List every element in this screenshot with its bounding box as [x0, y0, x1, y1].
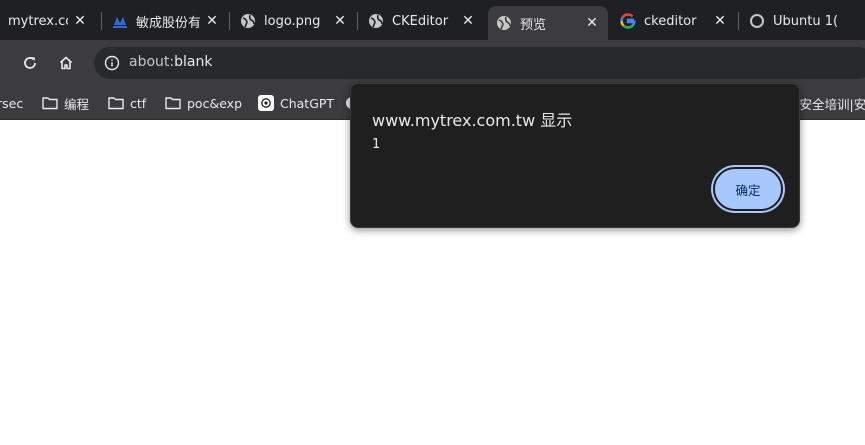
home-button[interactable] [54, 51, 78, 75]
folder-icon [165, 97, 181, 110]
info-icon [104, 55, 120, 71]
browser-toolbar: about:blank [0, 40, 865, 86]
globe-icon [240, 13, 256, 29]
tab-separator [101, 12, 102, 30]
home-icon [59, 56, 73, 70]
close-icon[interactable]: ✕ [72, 12, 88, 30]
tab-preview[interactable]: 预览 ✕ [488, 6, 608, 40]
close-icon[interactable]: ✕ [712, 12, 728, 30]
close-icon[interactable]: ✕ [332, 12, 348, 30]
bookmark-label: ctf [130, 95, 147, 111]
mytrex-logo-icon [112, 13, 128, 29]
bookmark-label: -安全培训|安 [795, 96, 865, 112]
bookmark-label: ChatGPT [280, 95, 335, 111]
chatgpt-icon [258, 95, 274, 111]
bookmark-chatgpt[interactable]: ChatGPT [258, 94, 334, 112]
bookmark-label: rsec [0, 95, 24, 111]
tab-title: Ubuntu 1( [773, 13, 839, 29]
folder-icon [42, 97, 58, 110]
loading-icon [749, 13, 765, 29]
tab-logo-png[interactable]: logo.png ✕ [232, 6, 356, 36]
address-rest: blank [174, 54, 213, 70]
folder-icon [108, 97, 124, 110]
close-icon[interactable]: ✕ [204, 12, 220, 30]
tab-mytrex[interactable]: mytrex.co ✕ [0, 6, 96, 36]
tab-mincheng[interactable]: 敏成股份有 ✕ [104, 6, 228, 36]
dialog-message: 1 [372, 137, 381, 152]
bookmark-label: poc&exp [187, 95, 243, 111]
address-scheme: about: [129, 54, 175, 70]
globe-icon [368, 13, 384, 29]
tab-separator [229, 12, 230, 30]
tab-title: CKEditor [392, 13, 449, 29]
tab-title: 预览 [520, 17, 547, 33]
google-icon [620, 13, 636, 29]
tab-ckeditor[interactable]: CKEditor ✕ [360, 6, 484, 36]
ok-button[interactable]: 确定 [713, 167, 783, 211]
close-icon[interactable]: ✕ [584, 14, 600, 32]
dialog-title: www.mytrex.com.tw 显示 [372, 111, 573, 130]
tab-separator [357, 12, 358, 30]
mytrex-icon [0, 13, 2, 29]
tab-ubuntu[interactable]: Ubuntu 1( [741, 6, 865, 36]
bookmark-folder-coding[interactable]: 编程 [42, 94, 89, 112]
globe-icon [496, 15, 512, 31]
reload-icon [24, 57, 36, 69]
tab-title: 敏成股份有 [136, 15, 200, 31]
tab-title: logo.png [264, 13, 321, 29]
bookmark-rsec[interactable]: rsec [0, 94, 23, 112]
bookmark-security-training[interactable]: -安全培训|安 [795, 94, 865, 112]
tab-strip: mytrex.co ✕ 敏成股份有 ✕ logo.png ✕ CKEditor … [0, 0, 865, 40]
close-icon[interactable]: ✕ [460, 12, 476, 30]
reload-button[interactable] [18, 51, 42, 75]
tab-ckeditor-search[interactable]: ckeditor ✕ [612, 6, 736, 36]
address-bar[interactable]: about:blank [94, 47, 865, 79]
bookmark-folder-pocexp[interactable]: poc&exp [165, 94, 242, 112]
bookmark-label: 编程 [64, 96, 90, 112]
tab-separator [738, 12, 739, 30]
site-info-button[interactable] [102, 53, 122, 73]
alert-dialog: www.mytrex.com.tw 显示 1 确定 [350, 83, 800, 228]
tab-title: mytrex.co [8, 13, 68, 29]
tab-title: ckeditor [644, 13, 697, 29]
bookmark-folder-ctf[interactable]: ctf [108, 94, 146, 112]
address-text: about:blank [129, 54, 212, 70]
